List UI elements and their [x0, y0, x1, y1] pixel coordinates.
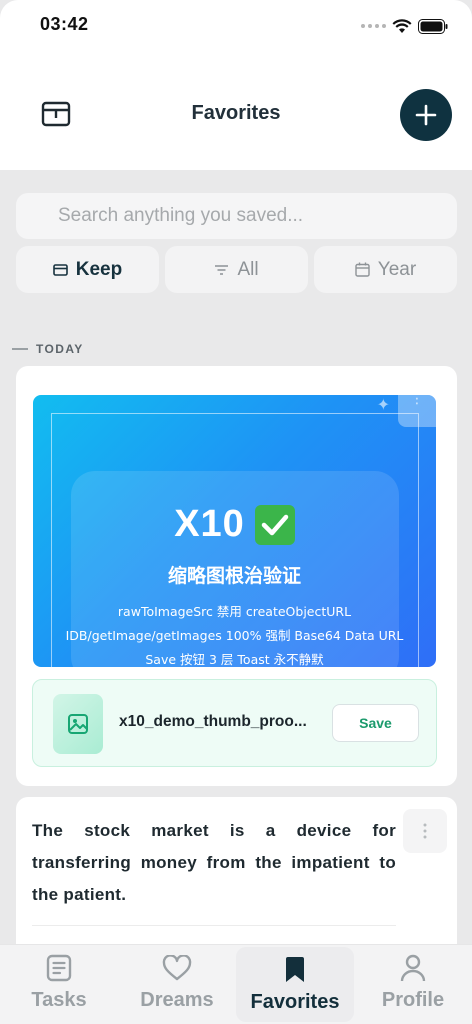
favorite-card-image[interactable]: ✦ ⋮ X10 缩略图根治验证 rawToImageSrc 禁用 createO… [16, 366, 457, 786]
filter-chips: Keep All Year [16, 246, 457, 293]
filter-year[interactable]: Year [314, 246, 457, 293]
filter-keep[interactable]: Keep [16, 246, 159, 293]
filter-year-label: Year [377, 258, 417, 280]
add-button[interactable] [400, 89, 452, 141]
thumbnail-title-text: X10 [174, 503, 245, 545]
thumbnail-subtitle: 缩略图根治验证 [167, 565, 301, 587]
section-header: TODAY [12, 342, 84, 356]
battery-icon [418, 18, 448, 34]
calendar-icon [355, 262, 370, 277]
image-thumbnail[interactable]: ✦ ⋮ X10 缩略图根治验证 rawToImageSrc 禁用 createO… [33, 395, 436, 667]
checkmark-icon [254, 504, 295, 545]
more-options-button[interactable] [403, 809, 447, 853]
file-name: x10_demo_thumb_proo... [119, 713, 307, 730]
thumbnail-line-1: rawToImageSrc 禁用 createObjectURL [117, 604, 352, 619]
filter-all[interactable]: All [165, 246, 308, 293]
tab-profile-label: Profile [381, 989, 445, 1011]
tab-favorites-label: Favorites [250, 991, 340, 1013]
tab-bar: Tasks Dreams Favorites Profile [0, 944, 472, 1024]
status-icons [361, 16, 448, 36]
quote-text: The stock market is a device for transfe… [32, 821, 396, 904]
search-input[interactable] [58, 205, 457, 227]
more-vertical-icon [423, 823, 427, 839]
tab-dreams[interactable]: Dreams [118, 945, 236, 1024]
thumbnail-more-icon[interactable]: ⋮ [410, 395, 424, 405]
heart-icon [162, 953, 192, 983]
tab-dreams-label: Dreams [140, 989, 214, 1011]
filter-keep-label: Keep [75, 258, 123, 280]
thumbnail-line-3: Save 按钮 3 层 Toast 永不静默 [145, 652, 324, 667]
save-button[interactable]: Save [332, 704, 419, 742]
filter-all-label: All [237, 258, 259, 280]
header-area: 03:42 Favorites [0, 0, 472, 170]
status-time: 03:42 [40, 14, 89, 34]
sparkle-icon: ✦ [376, 397, 390, 414]
search-bar[interactable] [16, 193, 457, 239]
wifi-icon [392, 18, 412, 33]
card-icon [52, 263, 68, 276]
user-icon [398, 953, 428, 983]
plus-icon [415, 104, 437, 126]
thumbnail-title: X10 [33, 503, 436, 546]
filter-icon [215, 264, 229, 275]
file-row: x10_demo_thumb_proo... Save [32, 679, 437, 767]
tab-profile[interactable]: Profile [354, 945, 472, 1024]
thumbnail-line-2: IDB/getImage/getImages 100% 强制 Base64 Da… [65, 628, 404, 643]
signal-dots-icon [361, 24, 386, 28]
card-divider [32, 925, 396, 926]
section-dash [12, 348, 28, 350]
tab-favorites[interactable]: Favorites [236, 947, 354, 1022]
tab-tasks-label: Tasks [31, 989, 87, 1011]
image-file-icon [53, 694, 103, 754]
list-icon [44, 953, 74, 983]
tab-tasks[interactable]: Tasks [0, 945, 118, 1024]
bookmark-icon [280, 955, 310, 985]
section-label: TODAY [36, 342, 84, 356]
